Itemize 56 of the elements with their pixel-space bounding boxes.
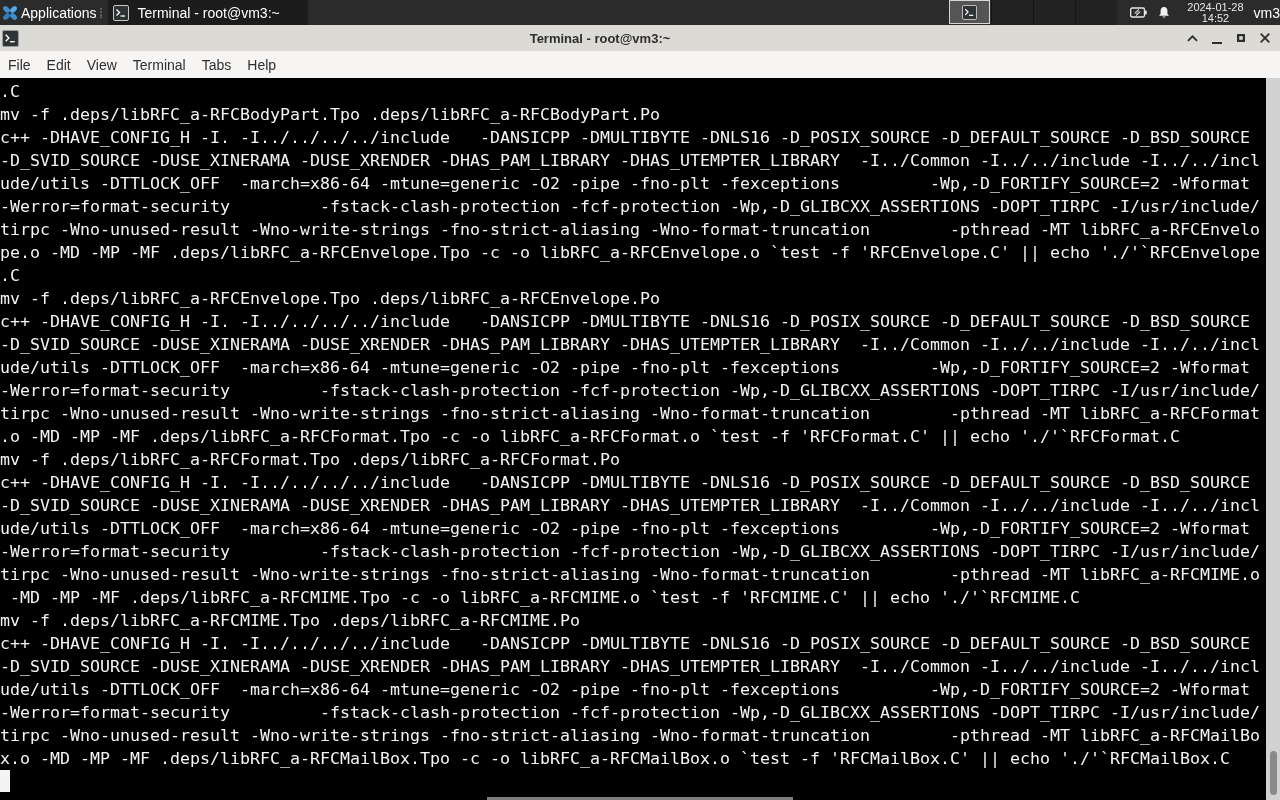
- minimize-icon: [1211, 42, 1222, 44]
- maximize-icon: [1236, 34, 1245, 42]
- taskbar-button[interactable]: Terminal - root@vm3:~: [107, 0, 308, 25]
- terminal-output-line: ude/utils -DTTLOCK_OFF -march=x86-64 -mtune=generic -O2 -pipe -fno-plt -fexceptions -Wp,-D_FORTIFY_SOURCE=2 -Wformat: [0, 517, 1250, 540]
- clock[interactable]: 2024-01-28 14:52: [1187, 1, 1244, 24]
- terminal-output-line: c++ -DHAVE_CONFIG_H -I. -I../../../../include -DANSICPP -DMULTIBYTE -DNLS16 -D_POSIX_SOURCE -D_DEFAULT_SOURCE -D_BSD_SOURCE: [0, 471, 1250, 494]
- terminal-output-line: -D_SVID_SOURCE -DUSE_XINERAMA -DUSE_XRENDER -DHAS_PAM_LIBRARY -DHAS_UTEMPTER_LIBRARY -I../Common -I../../include -I../../incl: [0, 494, 1260, 517]
- terminal-output-line: ude/utils -DTTLOCK_OFF -march=x86-64 -mtune=generic -O2 -pipe -fno-plt -fexceptions -Wp,-D_FORTIFY_SOURCE=2 -Wformat: [0, 678, 1250, 701]
- terminal-output-line: tirpc -Wno-unused-result -Wno-write-strings -fno-strict-aliasing -Wno-format-truncation -pthread -MT libRFC_a-RFCFormat: [0, 402, 1260, 425]
- terminal-output-line: -Werror=format-security -fstack-clash-protection -fcf-protection -Wp,-D_GLIBCXX_ASSERTIONS -DOPT_TIRPC -I/usr/include/: [0, 701, 1260, 724]
- window-title: Terminal - root@vm3:~: [529, 30, 671, 46]
- terminal-output-line: .o -MD -MP -MF .deps/libRFC_a-RFCFormat.Tpo -c -o libRFC_a-RFCFormat.o `test -f 'RFCFormat.C' || echo './'`RFCFormat.C: [0, 425, 1180, 448]
- terminal-output-line: -D_SVID_SOURCE -DUSE_XINERAMA -DUSE_XRENDER -DHAS_PAM_LIBRARY -DHAS_UTEMPTER_LIBRARY -I../Common -I../../include -I../../incl: [0, 333, 1260, 356]
- user-menu-button[interactable]: vm3: [1253, 4, 1280, 21]
- menu-item[interactable]: Edit: [38, 51, 79, 78]
- menu-item[interactable]: Terminal: [124, 51, 194, 78]
- scrollbar-thumb[interactable]: [1269, 751, 1277, 795]
- menu-item[interactable]: File: [0, 51, 39, 78]
- terminal-output-line: c++ -DHAVE_CONFIG_H -I. -I../../../../include -DANSICPP -DMULTIBYTE -DNLS16 -D_POSIX_SOURCE -D_DEFAULT_SOURCE -D_BSD_SOURCE: [0, 126, 1250, 149]
- terminal-output-line: mv -f .deps/libRFC_a-RFCFormat.Tpo .deps/libRFC_a-RFCFormat.Po: [0, 448, 620, 471]
- terminal-output-line: -Werror=format-security -fstack-clash-protection -fcf-protection -Wp,-D_GLIBCXX_ASSERTIONS -DOPT_TIRPC -I/usr/include/: [0, 540, 1260, 563]
- terminal-output-line: .C: [0, 80, 20, 103]
- bell-icon[interactable]: [1158, 5, 1171, 20]
- terminal-output-line: tirpc -Wno-unused-result -Wno-write-strings -fno-strict-aliasing -Wno-format-truncation -pthread -MT libRFC_a-RFCMailBo: [0, 724, 1260, 747]
- terminal-output-line: -MD -MP -MF .deps/libRFC_a-RFCMIME.Tpo -c -o libRFC_a-RFCMIME.o `test -f 'RFCMIME.C' || echo './'`RFCMIME.C: [9, 586, 1080, 609]
- terminal-view[interactable]: [0, 78, 1280, 800]
- panel-handle-icon: [98, 7, 103, 18]
- terminal-output-line: .C: [0, 264, 20, 287]
- scrollbar-track[interactable]: [1266, 78, 1280, 800]
- terminal-icon: [962, 4, 978, 20]
- close-icon: [1259, 33, 1270, 43]
- terminal-output-line: -D_SVID_SOURCE -DUSE_XINERAMA -DUSE_XRENDER -DHAS_PAM_LIBRARY -DHAS_UTEMPTER_LIBRARY -I../Common -I../../include -I../../incl: [0, 149, 1260, 172]
- terminal-output-line: c++ -DHAVE_CONFIG_H -I. -I../../../../include -DANSICPP -DMULTIBYTE -DNLS16 -D_POSIX_SOURCE -D_DEFAULT_SOURCE -D_BSD_SOURCE: [0, 310, 1250, 333]
- menu-item[interactable]: Help: [239, 51, 285, 78]
- terminal-output-line: tirpc -Wno-unused-result -Wno-write-strings -fno-strict-aliasing -Wno-format-truncation -pthread -MT libRFC_a-RFCEnvelo: [0, 218, 1260, 241]
- terminal-output-line: -Werror=format-security -fstack-clash-protection -fcf-protection -Wp,-D_GLIBCXX_ASSERTIONS -DOPT_TIRPC -I/usr/include/: [0, 195, 1260, 218]
- terminal-icon: [2, 29, 19, 47]
- terminal-icon: [112, 4, 129, 21]
- menu-item[interactable]: View: [78, 51, 125, 78]
- cross-logo-icon: [2, 4, 18, 21]
- terminal-output-line: ude/utils -DTTLOCK_OFF -march=x86-64 -mtune=generic -O2 -pipe -fno-plt -fexceptions -Wp,-D_FORTIFY_SOURCE=2 -Wformat: [0, 172, 1250, 195]
- chevron-up-icon: [1187, 34, 1198, 42]
- terminal-output-line: pe.o -MD -MP -MF .deps/libRFC_a-RFCEnvelope.Tpo -c -o libRFC_a-RFCEnvelope.o `test -f 'RFCEnvelope.C' || echo './'`RFCEnvelope: [0, 241, 1260, 264]
- terminal-output-line: c++ -DHAVE_CONFIG_H -I. -I../../../../include -DANSICPP -DMULTIBYTE -DNLS16 -D_POSIX_SOURCE -D_DEFAULT_SOURCE -D_BSD_SOURCE: [0, 632, 1250, 655]
- menu-item[interactable]: Tabs: [193, 51, 240, 78]
- terminal-output-line: -D_SVID_SOURCE -DUSE_XINERAMA -DUSE_XRENDER -DHAS_PAM_LIBRARY -DHAS_UTEMPTER_LIBRARY -I../Common -I../../include -I../../incl: [0, 655, 1260, 678]
- applications-menu-button[interactable]: Applications: [0, 0, 98, 25]
- terminal-output-line: -Werror=format-security -fstack-clash-protection -fcf-protection -Wp,-D_GLIBCXX_ASSERTIONS -DOPT_TIRPC -I/usr/include/: [0, 379, 1260, 402]
- battery-charging-icon[interactable]: [1130, 7, 1148, 18]
- text-cursor: [0, 770, 10, 792]
- terminal-output-line: tirpc -Wno-unused-result -Wno-write-strings -fno-strict-aliasing -Wno-format-truncation -pthread -MT libRFC_a-RFCMIME.o: [0, 563, 1260, 586]
- terminal-output-line: mv -f .deps/libRFC_a-RFCBodyPart.Tpo .deps/libRFC_a-RFCBodyPart.Po: [0, 103, 660, 126]
- terminal-output-line: mv -f .deps/libRFC_a-RFCEnvelope.Tpo .deps/libRFC_a-RFCEnvelope.Po: [0, 287, 660, 310]
- terminal-output-line: ude/utils -DTTLOCK_OFF -march=x86-64 -mtune=generic -O2 -pipe -fno-plt -fexceptions -Wp,-D_FORTIFY_SOURCE=2 -Wformat: [0, 356, 1250, 379]
- terminal-output-line: x.o -MD -MP -MF .deps/libRFC_a-RFCMailBox.Tpo -c -o libRFC_a-RFCMailBox.o `test -f 'RFCMailBox.C' || echo './'`RFCMailBox.C: [0, 747, 1230, 770]
- terminal-output-line: mv -f .deps/libRFC_a-RFCMIME.Tpo .deps/libRFC_a-RFCMIME.Po: [0, 609, 580, 632]
